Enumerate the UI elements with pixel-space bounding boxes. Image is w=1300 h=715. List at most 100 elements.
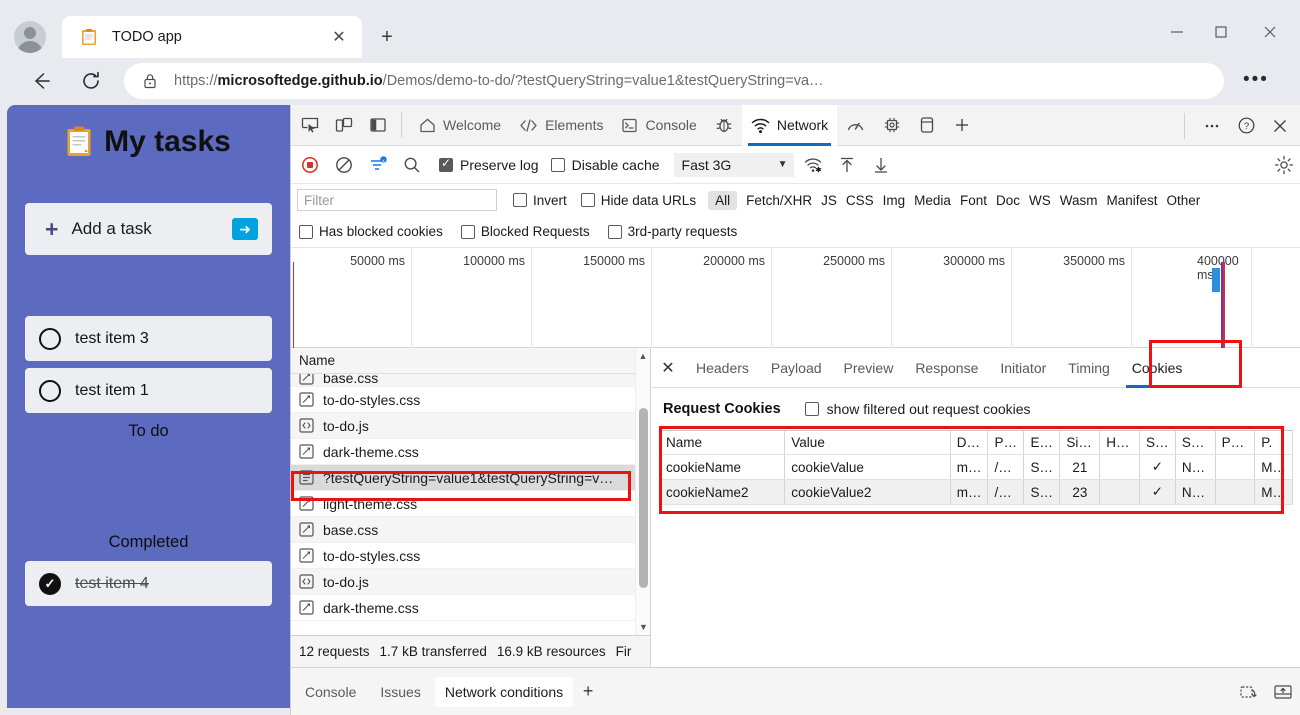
- col-size[interactable]: Si…: [1059, 430, 1101, 455]
- task-item[interactable]: ✓ test item 4: [25, 561, 272, 606]
- col-value[interactable]: Value: [784, 430, 951, 455]
- preserve-log-checkbox[interactable]: Preserve log: [439, 156, 539, 173]
- task-item[interactable]: test item 3: [25, 316, 272, 361]
- tab-performance[interactable]: [837, 105, 874, 146]
- browser-more-button[interactable]: •••: [1243, 69, 1269, 91]
- details-close-icon[interactable]: ✕: [651, 348, 685, 388]
- checkbox-circle-icon[interactable]: [39, 379, 61, 402]
- drawer-tab-network-conditions[interactable]: Network conditions: [434, 676, 574, 707]
- tab-response[interactable]: Response: [904, 348, 989, 388]
- filter-active-icon[interactable]: x: [363, 150, 393, 180]
- table-row-selected[interactable]: ?testQueryString=value1&testQueryString=…: [291, 465, 636, 491]
- chip-media[interactable]: Media: [914, 193, 951, 208]
- window-minimize-button[interactable]: [1155, 16, 1199, 48]
- request-list-scrollbar[interactable]: ▲ ▼: [635, 348, 650, 635]
- tab-network[interactable]: Network: [741, 104, 838, 146]
- add-task-submit-button[interactable]: ➜: [232, 218, 258, 240]
- reload-button[interactable]: [70, 60, 112, 102]
- col-samesite[interactable]: S…: [1175, 430, 1216, 455]
- tab-console[interactable]: Console: [612, 105, 705, 146]
- hide-data-urls-checkbox[interactable]: Hide data URLs: [580, 193, 696, 208]
- profile-avatar[interactable]: [14, 21, 46, 53]
- tab-headers[interactable]: Headers: [685, 348, 760, 388]
- add-task-input[interactable]: + Add a task ➜: [25, 203, 272, 255]
- task-item[interactable]: test item 1: [25, 368, 272, 413]
- help-icon[interactable]: ?: [1231, 111, 1261, 141]
- chip-all[interactable]: All: [708, 190, 738, 210]
- tab-issues[interactable]: [706, 105, 742, 146]
- invert-checkbox[interactable]: Invert: [513, 193, 567, 208]
- disable-cache-checkbox[interactable]: Disable cache: [550, 157, 660, 173]
- table-row[interactable]: to-do.js: [291, 413, 636, 439]
- chip-js[interactable]: JS: [821, 193, 837, 208]
- col-expires[interactable]: E…: [1023, 430, 1061, 455]
- address-bar[interactable]: https://microsoftedge.github.io/Demos/de…: [124, 63, 1224, 99]
- wifi-settings-icon[interactable]: [798, 150, 828, 180]
- inspect-icon[interactable]: [295, 110, 325, 140]
- chip-doc[interactable]: Doc: [996, 193, 1020, 208]
- table-row[interactable]: light-theme.css: [291, 491, 636, 517]
- chip-other[interactable]: Other: [1167, 193, 1201, 208]
- network-overview-timeline[interactable]: 50000 ms 100000 ms 150000 ms 200000 ms 2…: [291, 248, 1300, 348]
- network-settings-button[interactable]: [1273, 154, 1295, 176]
- chip-font[interactable]: Font: [960, 193, 987, 208]
- new-tab-button[interactable]: +: [373, 23, 401, 51]
- table-row[interactable]: to-do.js: [291, 569, 636, 595]
- checkbox-checked-icon[interactable]: ✓: [39, 572, 61, 595]
- tab-cookies[interactable]: Cookies: [1121, 348, 1194, 388]
- drawer-tab-issues[interactable]: Issues: [370, 677, 430, 707]
- clear-circle-slash-icon[interactable]: [329, 150, 359, 180]
- filter-input[interactable]: Filter: [297, 189, 497, 211]
- drawer-add-tab-button[interactable]: +: [573, 677, 603, 707]
- col-httponly[interactable]: H…: [1099, 430, 1140, 455]
- close-icon[interactable]: [1265, 111, 1295, 141]
- more-options-icon[interactable]: [1197, 111, 1227, 141]
- chip-manifest[interactable]: Manifest: [1106, 193, 1157, 208]
- upload-arrow-icon[interactable]: [832, 150, 862, 180]
- show-filtered-cookies-checkbox[interactable]: show filtered out request cookies: [804, 401, 1031, 417]
- has-blocked-cookies-checkbox[interactable]: Has blocked cookies: [299, 224, 443, 239]
- col-partition[interactable]: P…: [1215, 430, 1256, 455]
- scroll-down-icon[interactable]: ▼: [636, 619, 651, 635]
- tab-close-icon[interactable]: ✕: [326, 24, 352, 50]
- col-name[interactable]: Name: [659, 430, 786, 455]
- table-row[interactable]: dark-theme.css: [291, 439, 636, 465]
- checkbox-circle-icon[interactable]: [39, 327, 61, 350]
- blocked-requests-checkbox[interactable]: Blocked Requests: [460, 224, 590, 239]
- throttling-select[interactable]: Fast 3G ▼: [673, 152, 794, 177]
- device-toolbar-icon[interactable]: [329, 110, 359, 140]
- tab-memory[interactable]: [874, 105, 910, 146]
- tab-application[interactable]: [910, 105, 944, 146]
- chip-ws[interactable]: WS: [1029, 193, 1051, 208]
- table-row[interactable]: cookieName2 cookieValue2 m… /… S… 23 ✓ N…: [659, 479, 1293, 505]
- browser-tab[interactable]: TODO app ✕: [62, 16, 362, 58]
- restore-drawer-icon[interactable]: [1239, 682, 1259, 702]
- tab-welcome[interactable]: Welcome: [410, 105, 510, 146]
- table-row[interactable]: to-do-styles.css: [291, 543, 636, 569]
- col-secure[interactable]: S…: [1139, 430, 1176, 455]
- tab-elements[interactable]: Elements: [510, 105, 612, 146]
- download-arrow-icon[interactable]: [866, 150, 896, 180]
- window-close-button[interactable]: [1248, 16, 1292, 48]
- drawer-tab-console[interactable]: Console: [295, 677, 366, 707]
- table-row[interactable]: dark-theme.css: [291, 595, 636, 621]
- table-row[interactable]: base.css: [291, 374, 636, 387]
- tab-initiator[interactable]: Initiator: [989, 348, 1057, 388]
- third-party-requests-checkbox[interactable]: 3rd-party requests: [607, 224, 737, 239]
- window-maximize-button[interactable]: [1199, 16, 1243, 48]
- add-panel-button[interactable]: [944, 105, 980, 146]
- dock-side-icon[interactable]: [363, 110, 393, 140]
- dock-bottom-icon[interactable]: [1273, 682, 1293, 702]
- col-priority[interactable]: P.: [1254, 430, 1293, 455]
- chip-wasm[interactable]: Wasm: [1060, 193, 1098, 208]
- chip-img[interactable]: Img: [883, 193, 906, 208]
- table-row[interactable]: cookieName cookieValue m… /… S… 21 ✓ N… …: [659, 454, 1293, 480]
- search-icon[interactable]: [397, 150, 427, 180]
- table-row[interactable]: to-do-styles.css: [291, 387, 636, 413]
- col-path[interactable]: P…: [987, 430, 1025, 455]
- tab-preview[interactable]: Preview: [833, 348, 905, 388]
- request-list-header[interactable]: Name: [291, 348, 650, 374]
- tab-payload[interactable]: Payload: [760, 348, 833, 388]
- chip-css[interactable]: CSS: [846, 193, 874, 208]
- table-row[interactable]: base.css: [291, 517, 636, 543]
